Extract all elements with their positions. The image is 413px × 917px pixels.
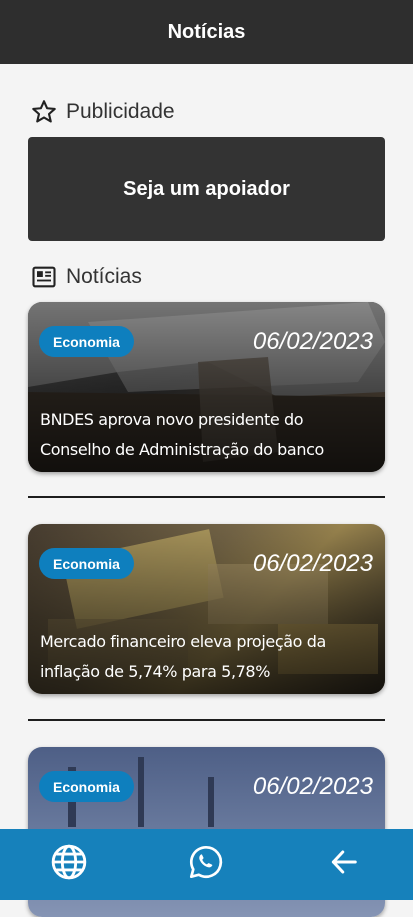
back-button[interactable] [314, 835, 374, 895]
news-card[interactable]: Economia 06/02/2023 BNDES aprova novo pr… [28, 302, 385, 472]
category-badge[interactable]: Economia [39, 326, 134, 357]
news-card[interactable]: Economia 06/02/2023 Mercado financeiro e… [28, 524, 385, 694]
news-section-label: Notícias [66, 265, 142, 288]
newspaper-icon [30, 263, 58, 291]
news-date: 06/02/2023 [252, 773, 373, 800]
news-title: BNDES aprova novo presidente do Conselho… [40, 410, 324, 459]
news-section-heading: Notícias [30, 263, 142, 291]
category-badge[interactable]: Economia [39, 548, 134, 579]
news-title: Mercado financeiro eleva projeção da inf… [40, 632, 326, 681]
ad-section-label: Publicidade [66, 100, 175, 123]
ad-section-heading: Publicidade [30, 98, 175, 126]
whatsapp-icon [188, 844, 224, 885]
whatsapp-button[interactable] [176, 835, 236, 895]
arrow-back-icon [329, 847, 359, 882]
news-date: 06/02/2023 [252, 328, 373, 355]
divider [28, 719, 385, 721]
news-date: 06/02/2023 [252, 550, 373, 577]
app-bar: Notícias [0, 0, 413, 64]
supporter-banner[interactable]: Seja um apoiador [28, 137, 385, 241]
bottom-nav [0, 829, 413, 900]
globe-button[interactable] [39, 835, 99, 895]
star-outline-icon [30, 98, 58, 126]
supporter-banner-label: Seja um apoiador [123, 177, 290, 200]
category-badge[interactable]: Economia [39, 771, 134, 802]
divider [28, 496, 385, 498]
globe-icon [50, 843, 88, 886]
page-title: Notícias [167, 20, 246, 43]
